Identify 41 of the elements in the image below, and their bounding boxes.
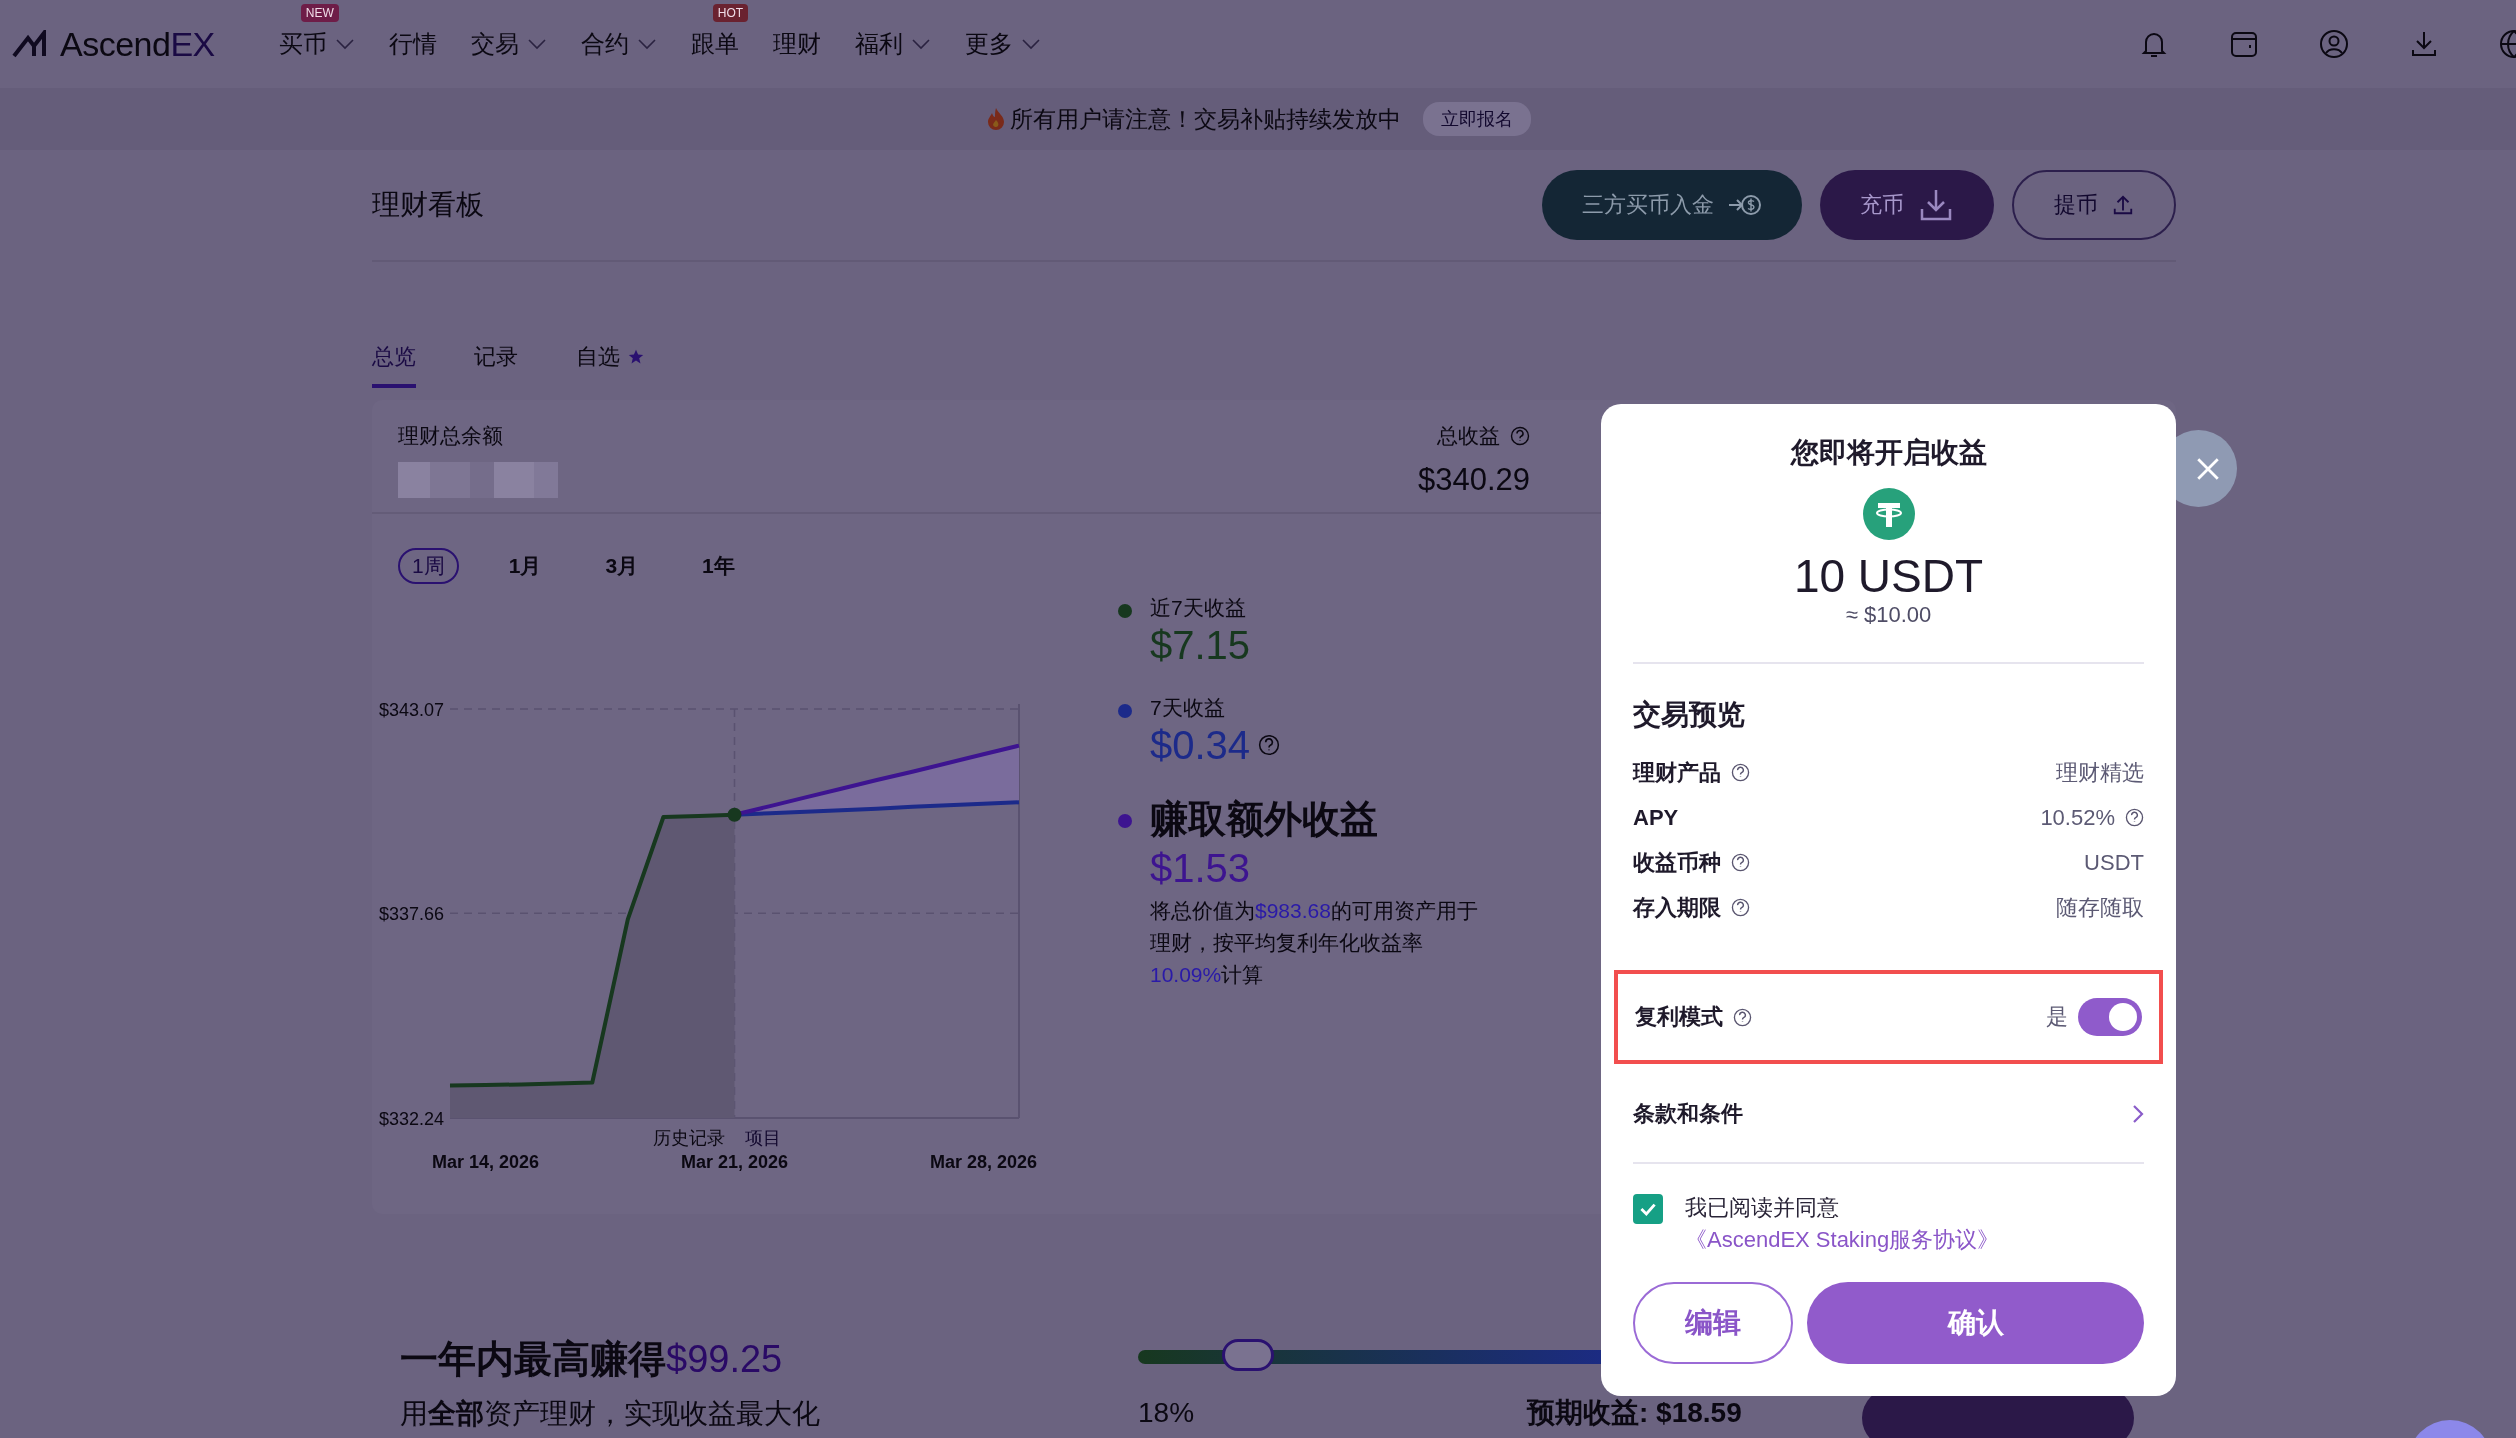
promo-title: 一年内最高赚得$99.25 <box>400 1337 784 1382</box>
toggle-label: 是 <box>2046 1003 2068 1031</box>
detail-value: 10.52% <box>2040 804 2115 831</box>
y-tick-label: $337.66 <box>378 904 444 925</box>
slider-reading: 18% <box>1138 1397 1196 1429</box>
detail-value: 理财精选 <box>2056 758 2144 787</box>
agreement-text: 我已阅读并同意 《AscendEX Staking服务协议》 <box>1685 1194 2001 1254</box>
legend-label: 赚取额外收益 <box>1150 797 1379 842</box>
expected-earnings: 预期收益: $18.59 <box>1527 1396 1742 1430</box>
stake-amount: 10 USDT <box>1792 550 1985 602</box>
earnings-description: 将总价值为$983.68的可用资产用于理财，按平均复利年化收益率 10.09%计算 <box>1150 898 1479 988</box>
section-title: 交易预览 <box>1633 698 1746 732</box>
detail-label: 存入期限 <box>1633 893 1721 922</box>
promo-subtitle: 用全部资产理财，实现收益最大化 <box>400 1397 821 1431</box>
detail-value: USDT <box>2084 849 2144 876</box>
earnings-value: $340.29 <box>1417 462 1530 498</box>
y-tick-label: $343.07 <box>378 700 444 720</box>
x-tick-label: Mar 28, 2026 <box>929 1152 1037 1172</box>
detail-label: APY <box>1633 804 1679 831</box>
dialog-title: 您即将开启收益 <box>1789 436 1988 470</box>
detail-value: 随存随取 <box>2056 893 2144 922</box>
chart-annotation: 项目 <box>744 1128 781 1148</box>
x-tick-label: Mar 14, 2026 <box>432 1152 540 1172</box>
y-tick-label: $332.24 <box>378 1109 444 1129</box>
legend-amount: $0.34 <box>1150 722 1251 768</box>
announcement-text: 所有用户请注意！交易补贴持续发放中 <box>1009 104 1401 134</box>
earnings-label: 总收益 <box>1437 423 1500 449</box>
legend-label: 近7天收益 <box>1150 595 1247 621</box>
legend-label: 7天收益 <box>1150 695 1226 721</box>
balance-label: 理财总余额 <box>398 423 504 449</box>
x-tick-label: Mar 21, 2026 <box>680 1152 789 1172</box>
detail-label: 收益币种 <box>1633 848 1721 877</box>
nav-badge: NEW <box>300 4 339 22</box>
detail-label: 理财产品 <box>1633 758 1721 787</box>
chart-annotation: 历史记录 <box>652 1128 725 1148</box>
legend-amount: $7.15 <box>1150 622 1251 668</box>
legend-amount: $1.53 <box>1150 845 1251 891</box>
approx-value: ≈ $10.00 <box>1844 602 1933 628</box>
detail-label: 复利模式 <box>1635 1003 1723 1031</box>
nav-badge: HOT <box>712 4 749 22</box>
page-title: 理财看板 <box>372 188 484 222</box>
